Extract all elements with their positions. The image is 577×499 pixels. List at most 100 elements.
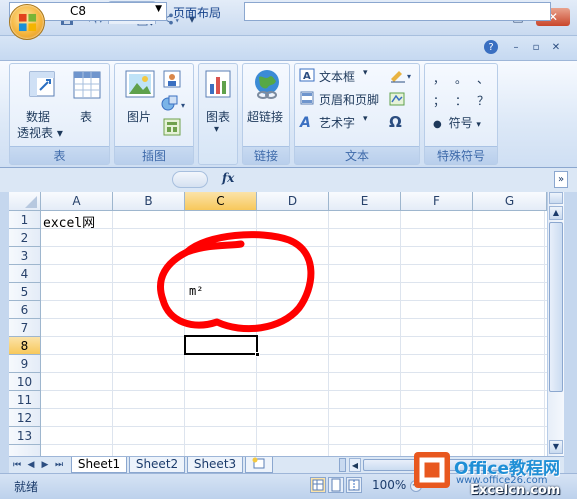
clip-art-icon bbox=[163, 70, 181, 88]
group-text: A 文本框 ▾ 页眉和页脚 A 艺术字 ▾ ▾ Ω 文本 bbox=[294, 63, 420, 165]
textbox-icon: A bbox=[299, 68, 315, 82]
object-button[interactable] bbox=[389, 90, 409, 108]
row-header-12[interactable]: 12 bbox=[9, 409, 41, 427]
symbol-question[interactable]: ？ bbox=[477, 92, 489, 109]
expand-icon: » bbox=[557, 174, 565, 185]
chart-button[interactable]: 图表 ▾ bbox=[201, 68, 235, 144]
hyperlink-button[interactable]: 超链接 bbox=[245, 68, 289, 128]
row-header-1[interactable]: 1 bbox=[9, 211, 41, 229]
group-links: 超链接 链接 bbox=[242, 63, 290, 165]
smartart-button[interactable] bbox=[163, 118, 183, 136]
sheet-tab-2[interactable]: Sheet2 bbox=[129, 457, 185, 473]
column-header-g[interactable]: G bbox=[473, 192, 547, 211]
office-button[interactable] bbox=[9, 4, 45, 40]
first-sheet-icon[interactable]: ⏮ bbox=[11, 459, 23, 471]
symbol-omega-button[interactable]: Ω bbox=[389, 113, 409, 131]
pivot-table-label-2-text: 透视表 bbox=[17, 126, 54, 140]
help-icon[interactable]: ? bbox=[484, 40, 498, 54]
pivot-dropdown-icon: ▾ bbox=[56, 126, 63, 140]
group-label-illustrations: 插图 bbox=[115, 146, 193, 164]
wordart-dropdown-icon: ▾ bbox=[363, 114, 368, 124]
page-layout-view-button[interactable] bbox=[328, 477, 344, 493]
next-sheet-icon[interactable]: ▶ bbox=[39, 459, 51, 471]
page-break-icon bbox=[348, 479, 360, 491]
scroll-up-button[interactable]: ▲ bbox=[549, 206, 563, 220]
select-all-icon bbox=[25, 196, 37, 208]
symbol-colon[interactable]: ： bbox=[455, 92, 467, 109]
row-header-4[interactable]: 4 bbox=[9, 265, 41, 283]
worksheet-grid[interactable]: A B C D E F G 1 2 3 4 5 6 7 8 9 10 11 12… bbox=[9, 192, 547, 456]
formula-bar bbox=[0, 168, 577, 192]
formula-input[interactable] bbox=[244, 2, 551, 21]
office-logo-icon bbox=[18, 13, 37, 32]
page-break-view-button[interactable] bbox=[346, 477, 362, 493]
pivot-table-button[interactable]: 数据 透视表 ▾ bbox=[14, 68, 66, 144]
row-header-14[interactable] bbox=[9, 445, 41, 456]
insert-function-button[interactable]: fx bbox=[222, 171, 242, 188]
normal-view-button[interactable] bbox=[310, 477, 326, 493]
picture-button[interactable]: 图片 bbox=[119, 68, 159, 128]
column-header-d[interactable]: D bbox=[257, 192, 329, 211]
hyperlink-icon bbox=[255, 70, 279, 99]
column-header-a[interactable]: A bbox=[41, 192, 113, 211]
insert-sheet-icon bbox=[252, 457, 265, 469]
column-header-f[interactable]: F bbox=[401, 192, 473, 211]
insert-sheet-button[interactable] bbox=[245, 457, 273, 473]
row-header-9[interactable]: 9 bbox=[9, 355, 41, 373]
fill-handle[interactable] bbox=[255, 352, 260, 357]
vertical-scrollbar[interactable]: ▲ ▼ bbox=[547, 192, 564, 456]
cell-a1[interactable]: excel网 bbox=[43, 212, 95, 231]
symbol-period[interactable]: 。 bbox=[455, 70, 467, 87]
row-header-13[interactable]: 13 bbox=[9, 427, 41, 445]
ribbon-minimize-icon[interactable]: – bbox=[508, 39, 524, 55]
column-header-c[interactable]: C bbox=[185, 192, 257, 211]
shapes-button[interactable]: ▾ bbox=[161, 94, 189, 112]
group-tables: 数据 透视表 ▾ 表 表 bbox=[9, 63, 110, 165]
row-header-6[interactable]: 6 bbox=[9, 301, 41, 319]
row-header-11[interactable]: 11 bbox=[9, 391, 41, 409]
row-header-10[interactable]: 10 bbox=[9, 373, 41, 391]
wordart-label: 艺术字 bbox=[319, 116, 356, 130]
zoom-level[interactable]: 100% bbox=[372, 478, 406, 492]
symbol-semicolon[interactable]: ； bbox=[433, 92, 445, 109]
row-header-3[interactable]: 3 bbox=[9, 247, 41, 265]
ribbon-close-icon[interactable]: ✕ bbox=[548, 39, 564, 55]
select-all-corner[interactable] bbox=[9, 192, 41, 211]
prev-sheet-icon[interactable]: ◀ bbox=[25, 459, 37, 471]
selected-cell-c8[interactable] bbox=[184, 335, 258, 355]
group-label-links: 链接 bbox=[243, 146, 289, 164]
shapes-icon: ▾ bbox=[161, 95, 185, 111]
clipart-button[interactable] bbox=[163, 70, 183, 88]
formula-expand-button[interactable]: » bbox=[554, 171, 568, 188]
signature-line-button[interactable]: ▾ bbox=[389, 67, 415, 85]
formula-cancel-enter-area[interactable] bbox=[172, 171, 208, 188]
picture-label: 图片 bbox=[127, 110, 152, 124]
name-box-dropdown-icon[interactable]: ▼ bbox=[155, 4, 162, 14]
gridline-v bbox=[112, 211, 113, 456]
tab-split-handle[interactable] bbox=[339, 458, 346, 472]
office-o-icon bbox=[419, 457, 445, 483]
sheet-tab-1[interactable]: Sheet1 bbox=[71, 457, 127, 473]
tab-page-layout[interactable]: 页面布局 bbox=[166, 1, 228, 24]
ribbon-restore-icon[interactable]: ▫ bbox=[528, 39, 544, 55]
scroll-split-handle[interactable] bbox=[549, 192, 563, 204]
scroll-left-button[interactable]: ◀ bbox=[349, 458, 361, 472]
scroll-down-button[interactable]: ▼ bbox=[549, 440, 563, 454]
header-footer-label: 页眉和页脚 bbox=[319, 93, 380, 107]
symbol-button[interactable]: ● 符号 ▾ bbox=[433, 114, 481, 132]
column-header-e[interactable]: E bbox=[329, 192, 401, 211]
row-header-7[interactable]: 7 bbox=[9, 319, 41, 337]
last-sheet-icon[interactable]: ⏭ bbox=[53, 459, 65, 471]
symbol-comma[interactable]: ， bbox=[433, 70, 445, 87]
table-button[interactable]: 表 bbox=[68, 68, 106, 128]
sheet-tab-3[interactable]: Sheet3 bbox=[187, 457, 243, 473]
row-header-5[interactable]: 5 bbox=[9, 283, 41, 301]
scroll-thumb[interactable] bbox=[549, 222, 563, 392]
symbol-enumeration-comma[interactable]: 、 bbox=[477, 70, 489, 87]
bullet-icon: ● bbox=[433, 119, 442, 130]
gridline-h bbox=[41, 408, 547, 409]
chart-label: 图表 bbox=[206, 110, 231, 124]
row-header-2[interactable]: 2 bbox=[9, 229, 41, 247]
row-header-8[interactable]: 8 bbox=[9, 337, 41, 355]
column-header-b[interactable]: B bbox=[113, 192, 185, 211]
